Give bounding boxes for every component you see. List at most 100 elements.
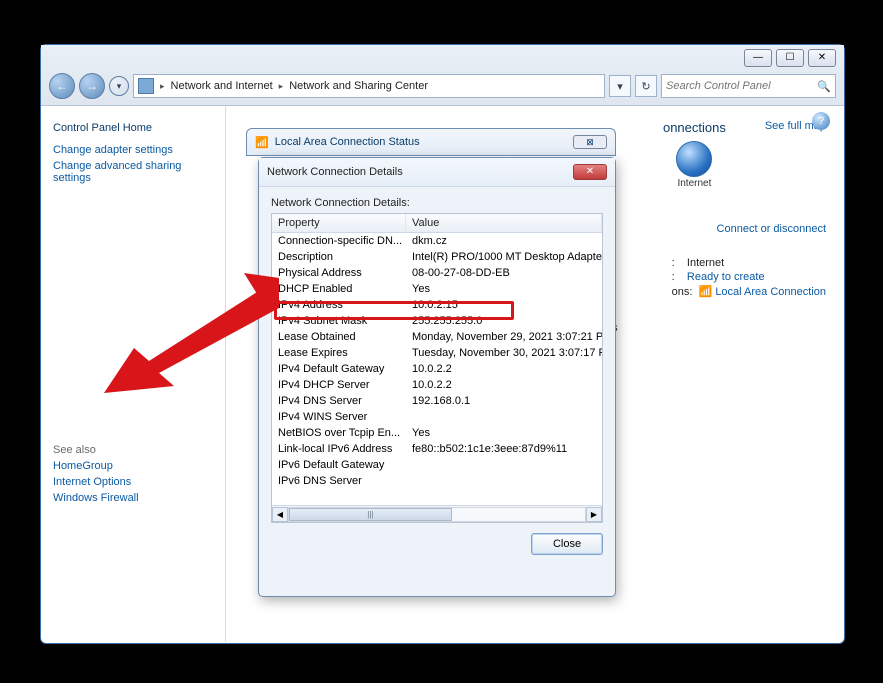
details-title: Network Connection Details [267,166,403,178]
left-nav: Control Panel Home Change adapter settin… [41,106,226,642]
windows-firewall-link[interactable]: Windows Firewall [53,492,213,504]
table-row[interactable]: Physical Address08-00-27-08-DD-EB [272,265,602,281]
cell-value [406,473,602,489]
forward-button[interactable]: → [79,73,105,99]
cell-property: IPv4 Address [272,297,406,313]
table-row[interactable]: IPv4 Address10.0.2.15 [272,297,602,313]
cell-property: Lease Expires [272,345,406,361]
connections-heading: onnections [663,120,726,135]
table-row[interactable]: IPv4 DHCP Server10.0.2.2 [272,377,602,393]
cell-value: Tuesday, November 30, 2021 3:07:17 PM [406,345,602,361]
cell-property: IPv4 Subnet Mask [272,313,406,329]
label: ons: [672,286,693,298]
help-icon[interactable]: ? [812,112,830,130]
internet-icon [676,141,712,177]
cell-value [406,409,602,425]
scroll-track[interactable]: ||| [288,507,586,522]
horizontal-scrollbar[interactable]: ◀ ||| ▶ [272,505,602,522]
control-panel-home-link[interactable]: Control Panel Home [53,122,213,134]
table-row[interactable]: IPv4 WINS Server [272,409,602,425]
cell-property: DHCP Enabled [272,281,406,297]
table-row[interactable]: NetBIOS over Tcpip En...Yes [272,425,602,441]
table-row[interactable]: Lease ObtainedMonday, November 29, 2021 … [272,329,602,345]
cell-value: dkm.cz [406,233,602,249]
cell-value: 10.0.2.2 [406,361,602,377]
window-controls: — ☐ ✕ [744,49,836,67]
see-also-heading: See also [53,444,213,456]
details-label: Network Connection Details: [271,197,603,209]
scroll-thumb[interactable]: ||| [289,508,452,521]
breadcrumb-dropdown[interactable]: ▾ [609,75,631,97]
cell-value: 192.168.0.1 [406,393,602,409]
connection-link[interactable]: Local Area Connection [715,286,826,298]
table-row[interactable]: Lease ExpiresTuesday, November 30, 2021 … [272,345,602,361]
search-input[interactable] [666,80,817,92]
cell-property: Connection-specific DN... [272,233,406,249]
details-table: Property Value Connection-specific DN...… [271,213,603,523]
label: : [672,271,675,283]
table-row[interactable]: Link-local IPv6 Addressfe80::b502:1c1e:3… [272,441,602,457]
internet-status: Internet [687,257,724,269]
breadcrumb-item[interactable]: Network and Internet [171,80,273,92]
details-dialog: Network Connection Details ✕ Network Con… [258,157,616,597]
history-dropdown[interactable]: ▾ [109,76,129,96]
table-row[interactable]: IPv6 Default Gateway [272,457,602,473]
search-icon: 🔍 [817,80,831,93]
table-row[interactable]: IPv4 Default Gateway10.0.2.2 [272,361,602,377]
breadcrumb-item[interactable]: Network and Sharing Center [289,80,428,92]
search-box[interactable]: 🔍 [661,74,836,98]
maximize-button[interactable]: ☐ [776,49,804,67]
table-row[interactable]: Connection-specific DN...dkm.cz [272,233,602,249]
close-button[interactable]: ✕ [808,49,836,67]
chevron-right-icon [277,80,286,92]
breadcrumb[interactable]: Network and Internet Network and Sharing… [133,74,605,98]
cell-value: 10.0.2.2 [406,377,602,393]
details-titlebar: Network Connection Details ✕ [259,158,615,187]
homegroup-status-link[interactable]: Ready to create [687,271,765,283]
table-row[interactable]: DescriptionIntel(R) PRO/1000 MT Desktop … [272,249,602,265]
cell-value [406,457,602,473]
table-row[interactable]: IPv6 DNS Server [272,473,602,489]
table-row[interactable]: DHCP EnabledYes [272,281,602,297]
cell-value: fe80::b502:1c1e:3eee:87d9%11 [406,441,602,457]
minimize-button[interactable]: — [744,49,772,67]
refresh-button[interactable]: ↻ [635,75,657,97]
status-dialog-title: Local Area Connection Status [275,136,420,148]
cell-property: IPv6 Default Gateway [272,457,406,473]
status-close-button[interactable]: ⊠ [573,135,607,149]
table-row[interactable]: IPv4 DNS Server192.168.0.1 [272,393,602,409]
toolbar: ← → ▾ Network and Internet Network and S… [41,45,844,106]
details-close-button[interactable]: ✕ [573,164,607,180]
table-body: Connection-specific DN...dkm.czDescripti… [272,233,602,496]
cell-value: Intel(R) PRO/1000 MT Desktop Adapter [406,249,602,265]
table-header: Property Value [272,214,602,233]
cell-property: IPv6 DNS Server [272,473,406,489]
cell-value: 08-00-27-08-DD-EB [406,265,602,281]
status-dialog: 📶 Local Area Connection Status ⊠ [246,128,616,156]
change-adapter-link[interactable]: Change adapter settings [53,144,213,156]
cell-property: Physical Address [272,265,406,281]
network-graph: Internet [663,141,726,189]
table-row[interactable]: IPv4 Subnet Mask255.255.255.0 [272,313,602,329]
cell-property: Description [272,249,406,265]
cell-property: IPv4 DHCP Server [272,377,406,393]
scroll-left-button[interactable]: ◀ [272,507,288,522]
col-value[interactable]: Value [406,214,602,232]
back-button[interactable]: ← [49,73,75,99]
close-button[interactable]: Close [531,533,603,555]
label: : [672,257,675,269]
change-advanced-sharing-link[interactable]: Change advanced sharing settings [53,160,213,184]
cell-property: Lease Obtained [272,329,406,345]
cell-property: IPv4 DNS Server [272,393,406,409]
scroll-right-button[interactable]: ▶ [586,507,602,522]
cell-property: IPv4 Default Gateway [272,361,406,377]
col-property[interactable]: Property [272,214,406,232]
cell-property: Link-local IPv6 Address [272,441,406,457]
homegroup-link[interactable]: HomeGroup [53,460,213,472]
internet-label: Internet [677,178,711,189]
connect-disconnect-link[interactable]: Connect or disconnect [717,223,826,235]
cell-value: Yes [406,281,602,297]
control-panel-icon [138,78,154,94]
cell-value: 255.255.255.0 [406,313,602,329]
internet-options-link[interactable]: Internet Options [53,476,213,488]
